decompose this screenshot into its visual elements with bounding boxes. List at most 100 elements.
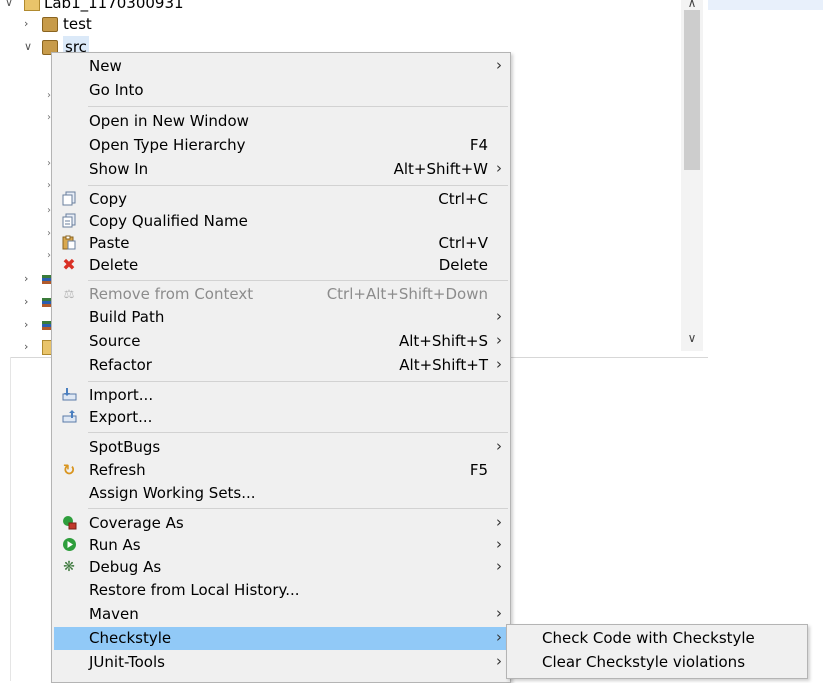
menu-item-source[interactable]: Source Alt+Shift+S › — [54, 330, 508, 353]
menu-item-refactor[interactable]: Refactor Alt+Shift+T › — [54, 354, 508, 377]
expand-arrow-icon[interactable]: › — [24, 314, 36, 336]
scrollbar-thumb[interactable] — [684, 10, 700, 170]
menu-item-label: Maven — [89, 605, 139, 623]
menu-item-label: Copy Qualified Name — [89, 212, 248, 230]
menu-item-label: New — [89, 57, 122, 75]
menu-item-label: Check Code with Checkstyle — [542, 629, 755, 647]
menu-item-shortcut: F5 — [469, 461, 488, 479]
run-icon — [61, 537, 77, 553]
menu-item-label: JUnit-Tools — [89, 653, 165, 671]
submenu-arrow-icon: › — [496, 355, 502, 373]
menu-item-label: Source — [89, 332, 141, 350]
menu-item-show-in[interactable]: Show In Alt+Shift+W › — [54, 158, 508, 181]
menu-item-junit-tools[interactable]: JUnit-Tools › — [54, 651, 508, 674]
submenu-arrow-icon: › — [496, 513, 502, 531]
menu-item-shortcut: Alt+Shift+T — [399, 356, 488, 374]
menu-item-open-type-hierarchy[interactable]: Open Type Hierarchy F4 — [54, 134, 508, 157]
menu-item-label: Copy — [89, 190, 128, 208]
expand-arrow-icon[interactable]: › — [24, 291, 36, 313]
tree-item-label: Lab1_1170300931 — [44, 0, 184, 12]
submenu-arrow-icon: › — [496, 535, 502, 553]
menu-separator — [88, 381, 508, 382]
menu-item-new[interactable]: New › — [54, 55, 508, 78]
menu-item-label: Show In — [89, 160, 149, 178]
submenu-arrow-icon: › — [496, 159, 502, 177]
menu-item-label: Clear Checkstyle violations — [542, 653, 746, 671]
menu-item-debug-as[interactable]: ❋ Debug As › — [54, 556, 508, 579]
menu-item-restore-local-history[interactable]: Restore from Local History... — [54, 579, 508, 602]
menu-item-shortcut: Alt+Shift+W — [393, 160, 488, 178]
remove-context-icon: ⚖ — [63, 287, 75, 301]
menu-item-paste[interactable]: Paste Ctrl+V — [54, 232, 508, 255]
submenu-arrow-icon: › — [496, 628, 502, 646]
menu-item-label: Import... — [89, 386, 154, 404]
menu-item-label: Open in New Window — [89, 112, 249, 130]
menu-item-label: Coverage As — [89, 514, 184, 532]
menu-item-label: Refresh — [89, 461, 146, 479]
menu-item-remove-from-context: ⚖ Remove from Context Ctrl+Alt+Shift+Dow… — [54, 283, 508, 306]
menu-separator — [88, 280, 508, 281]
collapse-arrow-icon[interactable]: ∨ — [5, 0, 17, 14]
submenu-arrow-icon: › — [496, 437, 502, 455]
menu-item-clear-checkstyle-violations[interactable]: Clear Checkstyle violations — [507, 651, 807, 674]
menu-item-label: Run As — [89, 536, 141, 554]
selection-strip — [708, 0, 823, 10]
vertical-scrollbar[interactable]: ∧ ∨ — [681, 0, 703, 351]
menu-item-label: Go Into — [89, 81, 144, 99]
menu-item-refresh[interactable]: ↻ Refresh F5 — [54, 459, 508, 482]
menu-item-shortcut: F4 — [469, 136, 488, 154]
menu-item-import[interactable]: Import... — [54, 384, 508, 407]
menu-item-label: Debug As — [89, 558, 162, 576]
menu-item-shortcut: Ctrl+C — [438, 190, 488, 208]
menu-separator — [88, 508, 508, 509]
expand-arrow-icon[interactable]: › — [24, 336, 36, 358]
menu-separator — [88, 432, 508, 433]
menu-item-export[interactable]: Export... — [54, 406, 508, 429]
checkstyle-submenu: Check Code with Checkstyle Clear Checkst… — [506, 624, 808, 679]
scroll-up-icon[interactable]: ∧ — [681, 0, 703, 10]
submenu-arrow-icon: › — [496, 652, 502, 670]
menu-item-checkstyle[interactable]: Checkstyle › — [54, 627, 508, 650]
copy-icon — [61, 191, 77, 207]
menu-item-copy[interactable]: Copy Ctrl+C — [54, 188, 508, 211]
menu-item-delete[interactable]: ✖ Delete Delete — [54, 254, 508, 277]
menu-item-label: Assign Working Sets... — [89, 484, 256, 502]
submenu-arrow-icon: › — [496, 557, 502, 575]
delete-icon: ✖ — [62, 255, 76, 274]
menu-item-label: Refactor — [89, 356, 152, 374]
tree-item-label: test — [63, 15, 92, 33]
menu-item-build-path[interactable]: Build Path › — [54, 306, 508, 329]
menu-item-label: Delete — [89, 256, 139, 274]
menu-item-shortcut: Ctrl+Alt+Shift+Down — [326, 285, 488, 303]
collapse-arrow-icon[interactable]: ∨ — [24, 36, 36, 58]
package-folder-icon — [42, 17, 58, 32]
project-folder-icon — [24, 0, 40, 11]
menu-item-shortcut: Alt+Shift+S — [398, 332, 488, 350]
submenu-arrow-icon: › — [496, 604, 502, 622]
menu-item-label: Open Type Hierarchy — [89, 136, 246, 154]
debug-icon: ❋ — [63, 559, 75, 575]
menu-item-spotbugs[interactable]: SpotBugs › — [54, 436, 508, 459]
menu-item-go-into[interactable]: Go Into — [54, 79, 508, 102]
menu-item-label: Export... — [89, 408, 153, 426]
export-icon — [61, 409, 77, 425]
expand-arrow-icon[interactable]: › — [24, 13, 36, 35]
menu-item-label: Restore from Local History... — [89, 581, 300, 599]
menu-item-open-in-new-window[interactable]: Open in New Window — [54, 110, 508, 133]
expand-arrow-icon[interactable]: › — [24, 268, 36, 290]
menu-item-shortcut: Delete — [438, 256, 488, 274]
menu-item-run-as[interactable]: Run As › — [54, 534, 508, 557]
submenu-arrow-icon: › — [496, 307, 502, 325]
copy-qualified-icon — [61, 213, 77, 229]
menu-item-coverage-as[interactable]: Coverage As › — [54, 512, 508, 535]
import-icon — [61, 387, 77, 403]
menu-separator — [88, 106, 508, 107]
menu-item-check-code-with-checkstyle[interactable]: Check Code with Checkstyle — [507, 627, 807, 650]
scroll-down-icon[interactable]: ∨ — [681, 331, 703, 345]
menu-item-label: Build Path — [89, 308, 165, 326]
menu-separator — [88, 185, 508, 186]
menu-item-maven[interactable]: Maven › — [54, 603, 508, 626]
menu-item-assign-working-sets[interactable]: Assign Working Sets... — [54, 482, 508, 505]
menu-item-copy-qualified-name[interactable]: Copy Qualified Name — [54, 210, 508, 233]
submenu-arrow-icon: › — [496, 56, 502, 74]
